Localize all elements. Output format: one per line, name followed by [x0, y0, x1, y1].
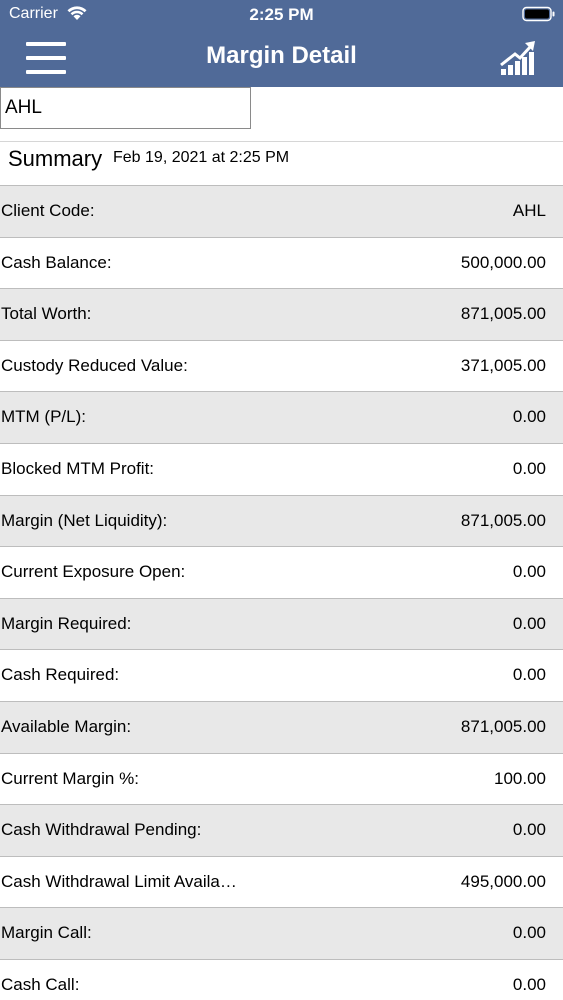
row-available-margin: Available Margin: 871,005.00 — [0, 700, 563, 753]
summary-title: Summary — [8, 146, 103, 171]
row-label: Total Worth: — [1, 304, 92, 324]
row-margin-required: Margin Required: 0.00 — [0, 597, 563, 650]
row-label: Available Margin: — [1, 716, 132, 736]
row-current-exposure-open: Current Exposure Open: 0.00 — [0, 546, 563, 598]
row-label: Cash Withdrawal Limit Availa… — [1, 871, 237, 891]
row-value: 371,005.00 — [460, 355, 546, 375]
row-margin-net-liquidity: Margin (Net Liquidity): 871,005.00 — [0, 494, 563, 547]
row-margin-call: Margin Call: 0.00 — [0, 907, 563, 959]
row-label: Current Margin %: — [1, 768, 139, 788]
row-label: MTM (P/L): — [1, 407, 86, 427]
row-value: 0.00 — [512, 562, 546, 582]
row-value: 0.00 — [512, 923, 546, 943]
growth-chart-icon[interactable] — [498, 38, 538, 78]
row-label: Cash Withdrawal Pending: — [1, 820, 202, 840]
margin-detail-list: Client Code: AHL Cash Balance: 500,000.0… — [0, 185, 563, 1000]
row-label: Current Exposure Open: — [1, 562, 186, 582]
row-blocked-mtm-profit: Blocked MTM Profit: 0.00 — [0, 442, 563, 495]
row-label: Client Code: — [1, 201, 95, 220]
row-value: 0.00 — [512, 407, 546, 427]
row-value: 871,005.00 — [460, 304, 546, 324]
row-label: Blocked MTM Profit: — [1, 458, 155, 478]
row-label: Margin Call: — [1, 923, 92, 943]
row-total-worth: Total Worth: 871,005.00 — [0, 288, 563, 340]
margin-detail-screen: Carrier 2:25 PM Margin Detail AHL Summar… — [0, 0, 563, 1000]
page-title: Margin Detail — [206, 42, 357, 69]
row-mtm-pl: MTM (P/L): 0.00 — [0, 391, 563, 443]
nav-bar: Margin Detail — [0, 30, 563, 87]
row-label: Cash Call: — [1, 974, 80, 994]
row-cash-required: Cash Required: 0.00 — [0, 649, 563, 701]
row-cash-withdrawal-limit: Cash Withdrawal Limit Availa… 495,000.00 — [0, 855, 563, 908]
row-label: Margin (Net Liquidity): — [1, 510, 168, 530]
summary-header: Summary Feb 19, 2021 at 2:25 PM — [0, 142, 563, 185]
row-value: AHL — [512, 201, 546, 220]
row-value: 100.00 — [494, 768, 546, 788]
row-value: 0.00 — [512, 458, 546, 478]
row-value: 871,005.00 — [460, 716, 546, 736]
row-value: 0.00 — [512, 974, 546, 994]
row-client-code: Client Code: AHL — [0, 185, 563, 237]
row-value: 495,000.00 — [460, 871, 546, 891]
row-cash-balance: Cash Balance: 500,000.00 — [0, 236, 563, 289]
row-cash-call: Cash Call: 0.00 — [0, 958, 563, 1000]
header: Carrier 2:25 PM Margin Detail — [0, 0, 563, 87]
row-value: 0.00 — [512, 820, 546, 840]
client-code-search-input[interactable] — [0, 87, 251, 129]
row-label: Margin Required: — [1, 613, 132, 633]
row-value: 0.00 — [512, 613, 546, 633]
row-custody-reduced-value: Custody Reduced Value: 371,005.00 — [0, 339, 563, 392]
row-value: 500,000.00 — [460, 252, 546, 272]
battery-icon — [522, 6, 555, 22]
row-value: 0.00 — [512, 665, 546, 685]
row-cash-withdrawal-pending: Cash Withdrawal Pending: 0.00 — [0, 804, 563, 856]
status-bar: Carrier 2:25 PM — [0, 0, 563, 30]
row-value: 871,005.00 — [460, 510, 546, 530]
row-label: Cash Required: — [1, 665, 120, 685]
summary-timestamp: Feb 19, 2021 at 2:25 PM — [113, 149, 290, 166]
clock: 2:25 PM — [249, 5, 314, 24]
row-current-margin-percent: Current Margin %: 100.00 — [0, 752, 563, 805]
row-label: Cash Balance: — [1, 252, 112, 272]
row-label: Custody Reduced Value: — [1, 355, 188, 375]
